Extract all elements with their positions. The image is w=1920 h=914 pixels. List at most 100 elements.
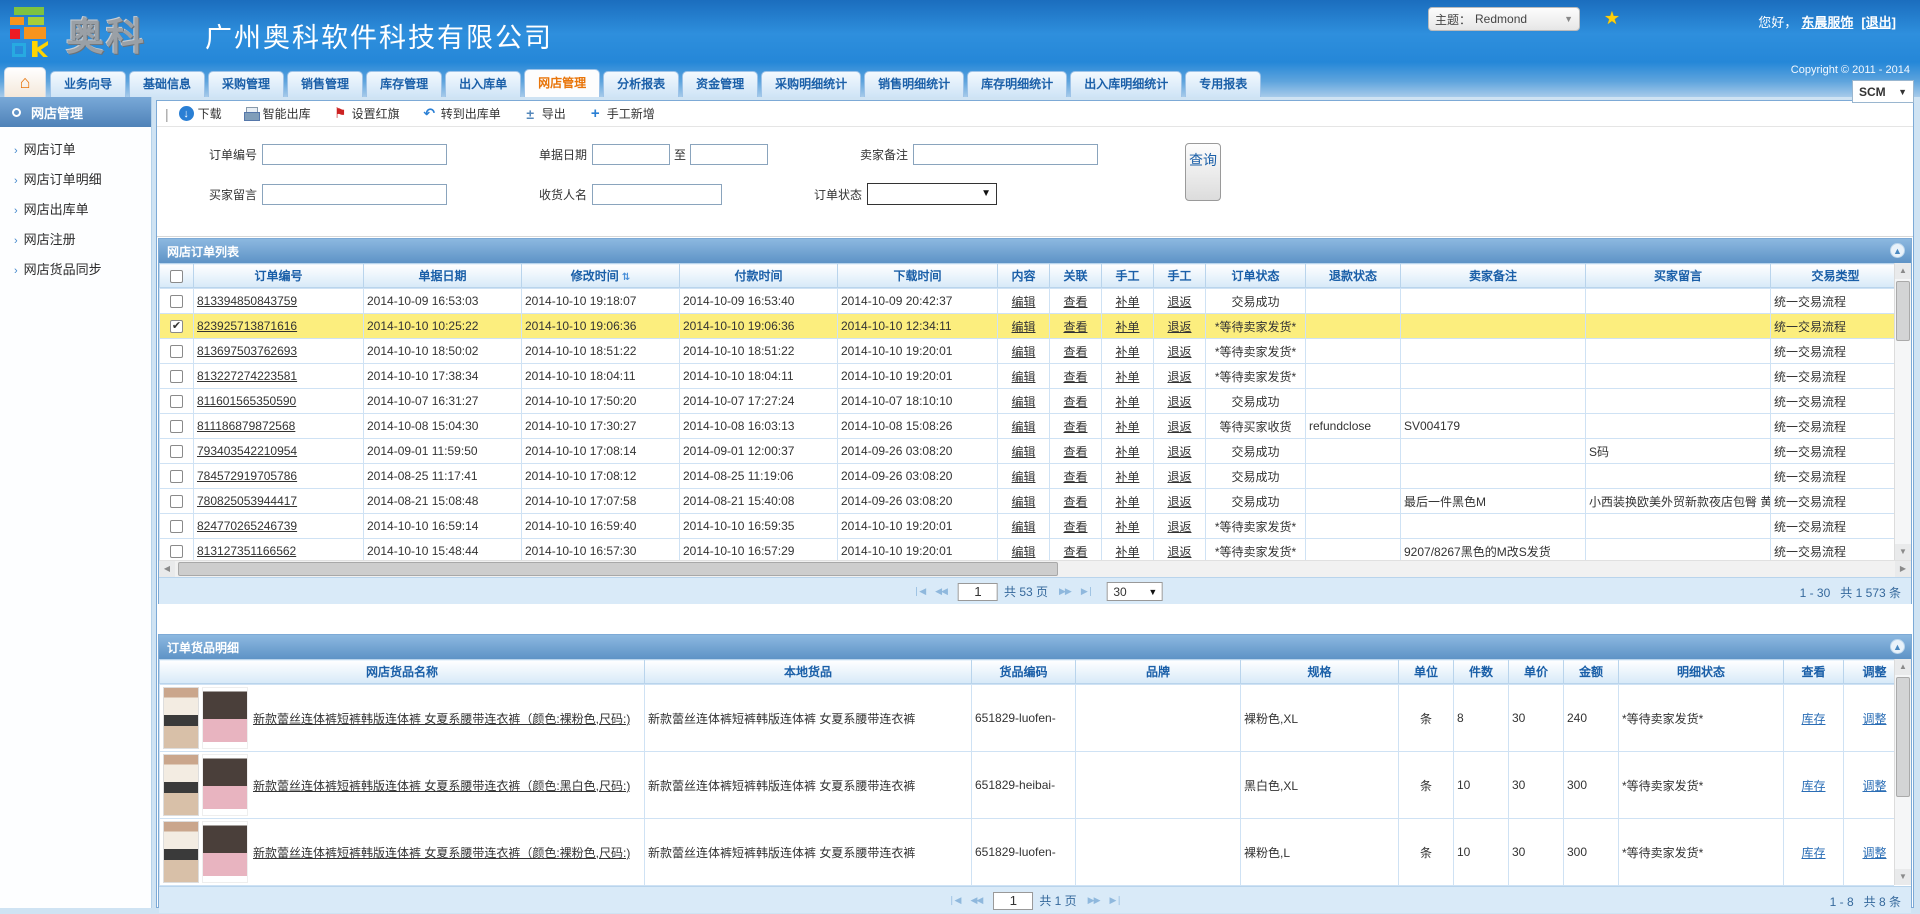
return-link[interactable]: 退返 — [1167, 495, 1191, 509]
sidebar-item[interactable]: ›网店货品同步 — [0, 255, 151, 285]
orders-column-header[interactable]: 单据日期 — [364, 264, 522, 288]
nav-tab[interactable]: 销售明细统计 — [864, 71, 964, 97]
sidebar-item[interactable]: ›网店出库单 — [0, 195, 151, 225]
orders-column-header[interactable]: 买家留言 — [1586, 264, 1771, 288]
details-column-header[interactable]: 规格 — [1241, 660, 1399, 684]
row-checkbox[interactable] — [170, 420, 183, 433]
orders-column-header[interactable]: 修改时间⇅ — [522, 264, 680, 288]
page-size-select[interactable]: 30▼ — [1106, 582, 1162, 601]
order-no-input[interactable] — [262, 144, 447, 165]
details-column-header[interactable]: 本地货品 — [645, 660, 972, 684]
stock-link[interactable]: 库存 — [1801, 846, 1825, 860]
supplement-link[interactable]: 补单 — [1115, 295, 1139, 309]
bill-date-from-input[interactable] — [592, 144, 670, 165]
order-id-link[interactable]: 823925713871616 — [197, 319, 297, 333]
view-link[interactable]: 查看 — [1063, 520, 1087, 534]
query-button[interactable]: 查询 — [1185, 143, 1221, 201]
row-checkbox[interactable]: ✔ — [170, 320, 183, 333]
scroll-up-icon[interactable]: ▲ — [1895, 263, 1911, 279]
details-column-header[interactable]: 件数 — [1454, 660, 1509, 684]
edit-link[interactable]: 编辑 — [1011, 445, 1035, 459]
details-column-header[interactable]: 单价 — [1509, 660, 1564, 684]
collapse-icon[interactable]: ▲ — [1890, 639, 1905, 654]
order-id-link[interactable]: 824770265246739 — [197, 519, 297, 533]
details-column-header[interactable]: 货品编码 — [972, 660, 1076, 684]
details-column-header[interactable]: 网店货品名称 — [160, 660, 645, 684]
sort-icon[interactable]: ⇅ — [622, 272, 630, 283]
row-checkbox[interactable] — [170, 345, 183, 358]
edit-link[interactable]: 编辑 — [1011, 470, 1035, 484]
toolbar-button[interactable]: ↓下载 — [179, 105, 222, 122]
order-id-link[interactable]: 813394850843759 — [197, 294, 297, 308]
nav-tab[interactable]: 采购管理 — [208, 71, 284, 97]
order-id-link[interactable]: 780825053944417 — [197, 494, 297, 508]
adjust-link[interactable]: 调整 — [1862, 846, 1886, 860]
stock-link[interactable]: 库存 — [1801, 712, 1825, 726]
nav-tab[interactable]: 基础信息 — [129, 71, 205, 97]
stock-link[interactable]: 库存 — [1801, 779, 1825, 793]
details-column-header[interactable]: 品牌 — [1076, 660, 1241, 684]
details-vertical-scrollbar[interactable]: ▲ ▼ — [1894, 659, 1911, 885]
row-checkbox[interactable] — [170, 370, 183, 383]
product-name-link[interactable]: 新款蕾丝连体裤短裤韩版连体裤 女夏系腰带连衣裤（颜色:裸粉色,尺码:) — [253, 710, 630, 727]
orders-column-header[interactable]: 交易类型 — [1771, 264, 1895, 288]
view-link[interactable]: 查看 — [1063, 345, 1087, 359]
details-column-header[interactable]: 明细状态 — [1619, 660, 1784, 684]
first-page-icon[interactable]: ❘◀ — [948, 895, 960, 906]
seller-note-input[interactable] — [913, 144, 1098, 165]
orders-column-header[interactable]: 关联 — [1050, 264, 1102, 288]
view-link[interactable]: 查看 — [1063, 320, 1087, 334]
nav-tab[interactable]: 出入库单 — [445, 71, 521, 97]
order-id-link[interactable]: 811601565350590 — [197, 394, 296, 408]
adjust-link[interactable]: 调整 — [1862, 779, 1886, 793]
orders-vertical-scrollbar[interactable]: ▲ ▼ — [1894, 263, 1911, 560]
receiver-input[interactable] — [592, 184, 722, 205]
row-checkbox[interactable] — [170, 295, 183, 308]
supplement-link[interactable]: 补单 — [1115, 370, 1139, 384]
supplement-link[interactable]: 补单 — [1115, 470, 1139, 484]
page-input[interactable] — [958, 583, 998, 601]
orders-horizontal-scrollbar[interactable]: ◀ ▶ — [159, 560, 1911, 577]
row-checkbox[interactable] — [170, 495, 183, 508]
favorite-star-icon[interactable]: ★ — [1604, 8, 1620, 29]
supplement-link[interactable]: 补单 — [1115, 445, 1139, 459]
order-id-link[interactable]: 813127351166562 — [197, 544, 296, 558]
view-link[interactable]: 查看 — [1063, 495, 1087, 509]
nav-tab[interactable]: 业务向导 — [50, 71, 126, 97]
sidebar-item[interactable]: ›网店注册 — [0, 225, 151, 255]
return-link[interactable]: 退返 — [1167, 320, 1191, 334]
toolbar-button[interactable]: +手工新增 — [588, 105, 655, 122]
edit-link[interactable]: 编辑 — [1011, 520, 1035, 534]
return-link[interactable]: 退返 — [1167, 445, 1191, 459]
return-link[interactable]: 退返 — [1167, 345, 1191, 359]
return-link[interactable]: 退返 — [1167, 395, 1191, 409]
scroll-thumb[interactable] — [178, 562, 1058, 576]
scroll-left-icon[interactable]: ◀ — [159, 561, 175, 577]
nav-tab[interactable]: 资金管理 — [682, 71, 758, 97]
edit-link[interactable]: 编辑 — [1011, 345, 1035, 359]
supplement-link[interactable]: 补单 — [1115, 495, 1139, 509]
scm-select[interactable]: SCM ▼ — [1852, 80, 1914, 103]
details-column-header[interactable]: 调整 — [1844, 660, 1895, 684]
edit-link[interactable]: 编辑 — [1011, 320, 1035, 334]
edit-link[interactable]: 编辑 — [1011, 295, 1035, 309]
edit-link[interactable]: 编辑 — [1011, 395, 1035, 409]
details-column-header[interactable]: 查看 — [1784, 660, 1844, 684]
view-link[interactable]: 查看 — [1063, 470, 1087, 484]
edit-link[interactable]: 编辑 — [1011, 370, 1035, 384]
home-tab[interactable]: ⌂ — [4, 67, 46, 97]
edit-link[interactable]: 编辑 — [1011, 495, 1035, 509]
logout-link[interactable]: [退出] — [1861, 15, 1896, 30]
supplement-link[interactable]: 补单 — [1115, 545, 1139, 559]
first-page-icon[interactable]: ❘◀ — [913, 586, 925, 597]
last-page-icon[interactable]: ▶❘ — [1110, 895, 1122, 906]
scroll-thumb[interactable] — [1896, 281, 1910, 341]
order-id-link[interactable]: 813697503762693 — [197, 344, 297, 358]
edit-link[interactable]: 编辑 — [1011, 420, 1035, 434]
orders-column-header[interactable]: 下载时间 — [838, 264, 998, 288]
scroll-down-icon[interactable]: ▼ — [1895, 869, 1911, 885]
row-checkbox[interactable] — [170, 545, 183, 558]
next-page-icon[interactable]: ▶▶ — [1059, 586, 1071, 597]
supplement-link[interactable]: 补单 — [1115, 395, 1139, 409]
view-link[interactable]: 查看 — [1063, 420, 1087, 434]
